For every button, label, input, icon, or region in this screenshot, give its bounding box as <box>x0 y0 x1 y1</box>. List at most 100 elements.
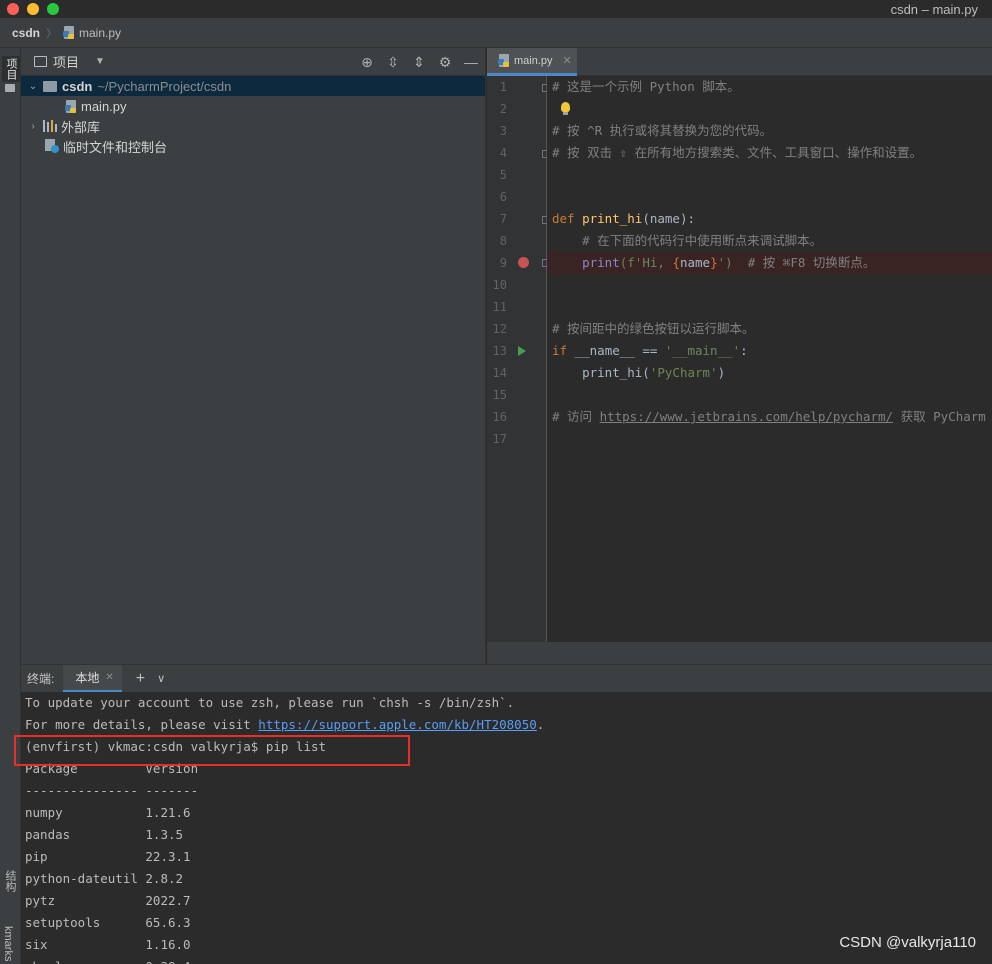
breadcrumb-project[interactable]: csdn <box>12 26 40 40</box>
window-title: csdn – main.py <box>890 2 978 17</box>
code-line-4: # 按 双击 ⇧ 在所有地方搜索类、文件、工具窗口、操作和设置。 <box>552 145 923 160</box>
package-row: six 1.16.0 <box>25 937 191 952</box>
project-panel: 项目 ▼ ⊕ ⇳ ⇕ ⚙ — ⌄ csdn ~/PycharmProject/c… <box>21 48 486 664</box>
terminal-output[interactable]: To update your account to use zsh, pleas… <box>21 692 992 964</box>
breadcrumb-file-label: main.py <box>79 25 122 40</box>
code-line-9: print(f'Hi, {name}') # 按 ⌘F8 切换断点。 <box>547 252 992 274</box>
breakpoint-icon[interactable] <box>518 257 529 268</box>
apple-support-link[interactable]: https://support.apple.com/kb/HT208050 <box>258 717 536 732</box>
code-editor[interactable]: # 这是一个示例 Python 脚本。 # 按 ^R 执行或将其替换为您的代码。… <box>547 76 992 642</box>
help-link[interactable]: https://www.jetbrains.com/help/pycharm/ <box>600 409 894 424</box>
code-line-16: # 访问 https://www.jetbrains.com/help/pych… <box>552 409 986 424</box>
code-line-8: # 在下面的代码行中使用断点来调试脚本。 <box>552 233 823 248</box>
line-number: 9 <box>499 256 507 270</box>
left-tool-strip: 项目 结构 kmarks <box>0 48 21 964</box>
code-line-3: # 按 ^R 执行或将其替换为您的代码。 <box>552 123 773 138</box>
folder-icon <box>43 80 57 92</box>
new-terminal-plus-icon[interactable]: + <box>136 670 145 688</box>
close-tab-icon[interactable]: ✕ <box>105 672 113 683</box>
code-line-13: if __name__ == '__main__': <box>552 343 748 358</box>
project-folder-icon <box>34 56 47 67</box>
project-tool-tab[interactable]: 项目 <box>2 56 20 82</box>
python-file-icon <box>498 54 510 67</box>
close-window-button[interactable] <box>7 3 19 15</box>
line-number: 7 <box>499 212 507 226</box>
tree-item-scratches[interactable]: 临时文件和控制台 <box>21 136 485 156</box>
tree-item-csdn[interactable]: ⌄ csdn ~/PycharmProject/csdn <box>21 76 485 96</box>
line-number: 12 <box>492 322 507 336</box>
terminal-tab-label: 本地 <box>75 670 100 685</box>
chevron-right-icon[interactable]: › <box>27 121 39 132</box>
package-row: pytz 2022.7 <box>25 893 191 908</box>
gear-icon[interactable]: ⚙ <box>437 54 453 70</box>
line-number: 2 <box>499 102 507 116</box>
zoom-window-button[interactable] <box>47 3 59 15</box>
breadcrumb-file[interactable]: main.py <box>63 26 121 40</box>
tree-item-external-libraries[interactable]: › 外部库 <box>21 116 485 136</box>
chevron-down-icon[interactable]: ⌄ <box>27 81 39 92</box>
library-icon <box>43 120 57 132</box>
tree-item-main-py[interactable]: main.py <box>21 96 485 116</box>
python-file-icon <box>65 99 77 113</box>
python-file-icon <box>63 26 75 39</box>
project-panel-title[interactable]: 项目 <box>53 52 79 71</box>
line-number: 17 <box>492 432 507 446</box>
tree-item-label: 外部库 <box>61 119 101 135</box>
scratch-console-icon <box>45 139 59 153</box>
package-row: wheel 0.38.4 <box>25 956 191 964</box>
project-panel-header: 项目 ▼ ⊕ ⇳ ⇕ ⚙ — <box>21 48 485 76</box>
line-number: 13 <box>492 344 507 358</box>
line-number: 4 <box>499 146 507 160</box>
hide-panel-icon[interactable]: — <box>463 54 479 70</box>
line-number: 15 <box>492 388 507 402</box>
editor-tab-main-py[interactable]: main.py ✕ <box>487 48 577 76</box>
code-line-14: print_hi('PyCharm') <box>552 365 726 380</box>
code-line-12: # 按间距中的绿色按钮以运行脚本。 <box>552 321 755 336</box>
close-tab-icon[interactable]: ✕ <box>563 54 572 67</box>
line-number: 10 <box>492 278 507 292</box>
tree-item-label: main.py <box>81 98 127 114</box>
expand-all-icon[interactable]: ⇳ <box>385 54 401 70</box>
line-number: 11 <box>492 300 507 314</box>
terminal-line: To update your account to use zsh, pleas… <box>25 695 515 710</box>
line-number: 1 <box>499 80 507 94</box>
editor-gutter[interactable]: 1 2 3 4 5 6 7 8 9 10 11 12 13 14 15 16 1… <box>487 76 550 642</box>
breadcrumb-separator-icon: 〉 <box>46 27 58 40</box>
editor-tab-bar: main.py ✕ <box>487 48 992 76</box>
folder-icon <box>5 84 15 92</box>
terminal-header: 终端: 本地 ✕ + ∨ <box>21 664 992 693</box>
line-number: 3 <box>499 124 507 138</box>
collapse-all-icon[interactable]: ⇕ <box>411 54 427 70</box>
title-bar: csdn – main.py <box>0 0 992 18</box>
editor-bottom-bar <box>487 642 992 664</box>
package-row: pandas 1.3.5 <box>25 827 184 842</box>
package-row: pip 22.3.1 <box>25 849 191 864</box>
terminal-line: --------------- ------- <box>25 783 199 798</box>
line-number: 14 <box>492 366 507 380</box>
package-row: setuptools 65.6.3 <box>25 915 191 930</box>
tree-item-label: csdn <box>62 78 93 94</box>
terminal-line: For more details, please visit https://s… <box>25 717 545 732</box>
bookmarks-tool-tab[interactable]: kmarks <box>2 926 14 961</box>
highlight-annotation-box <box>14 735 410 766</box>
line-number: 16 <box>492 410 507 424</box>
editor-tab-label: main.py <box>514 54 553 67</box>
structure-tool-tab[interactable]: 结构 <box>2 870 18 892</box>
run-icon[interactable] <box>518 346 526 356</box>
line-number: 6 <box>499 190 507 204</box>
package-row: numpy 1.21.6 <box>25 805 191 820</box>
breadcrumb: csdn 〉 main.py <box>0 18 992 48</box>
code-line-2 <box>547 98 992 120</box>
chevron-down-icon[interactable]: ▼ <box>95 56 105 67</box>
code-line-1: # 这是一个示例 Python 脚本。 <box>552 79 740 94</box>
locate-file-icon[interactable]: ⊕ <box>359 54 375 70</box>
terminal-tab-local[interactable]: 本地 ✕ <box>63 664 122 693</box>
tree-item-path: ~/PycharmProject/csdn <box>97 78 232 94</box>
lightbulb-icon[interactable] <box>561 102 570 115</box>
minimize-window-button[interactable] <box>27 3 39 15</box>
line-number: 8 <box>499 234 507 248</box>
chevron-down-icon[interactable]: ∨ <box>157 672 165 685</box>
terminal-label: 终端: <box>27 672 55 686</box>
package-row: python-dateutil 2.8.2 <box>25 871 184 886</box>
watermark: CSDN @valkyrja110 <box>839 934 976 951</box>
